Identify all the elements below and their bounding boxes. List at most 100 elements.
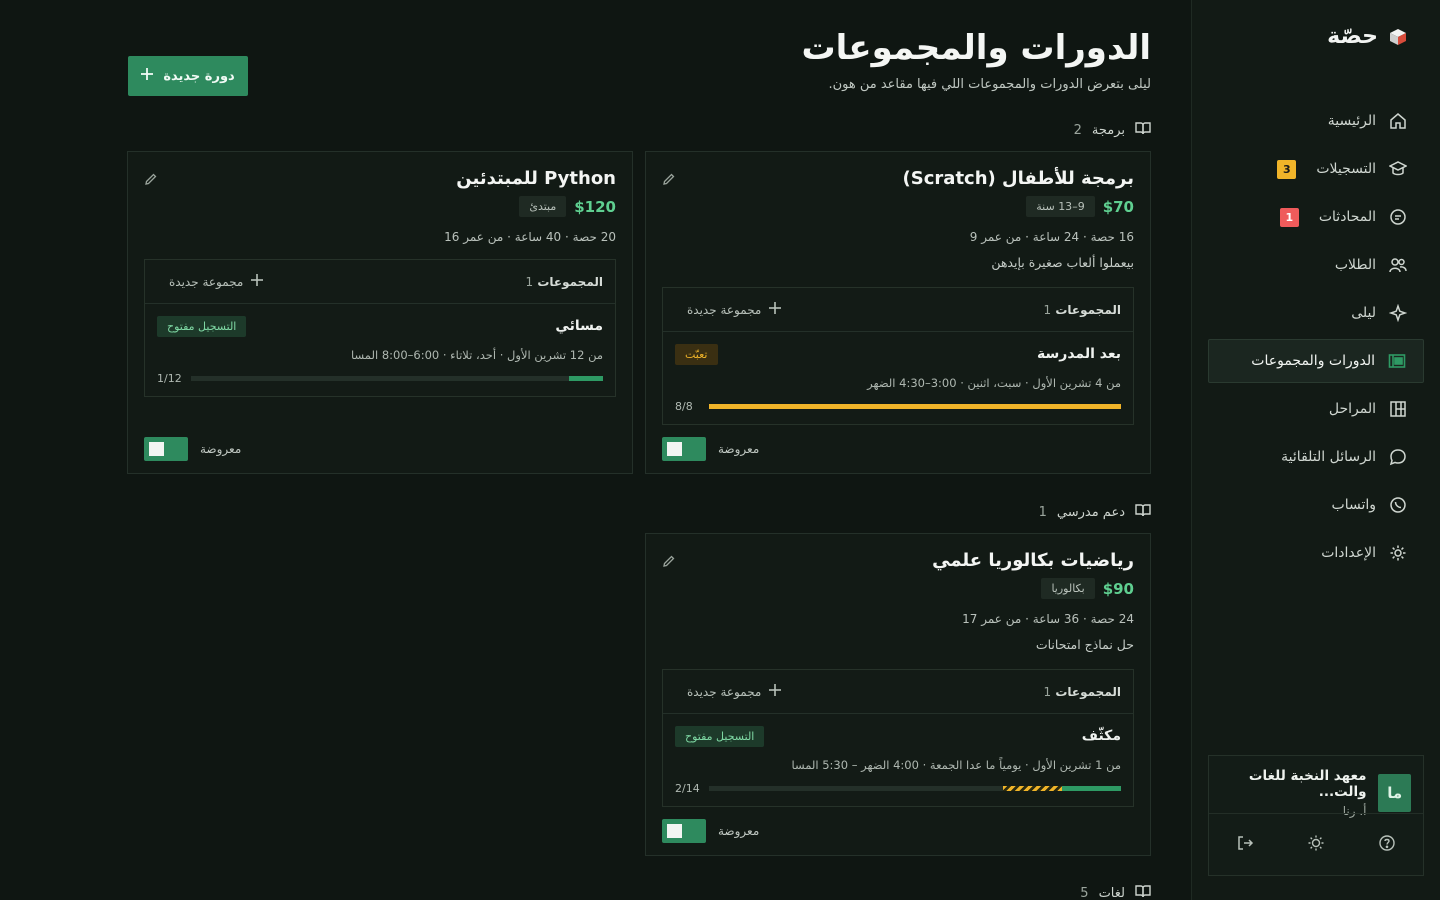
visibility-label: معروضة [718, 824, 760, 838]
nav-label: المحادثات [1318, 209, 1376, 225]
add-group-button[interactable]: مجموعة جديدة [675, 302, 782, 317]
add-group-button[interactable]: مجموعة جديدة [675, 684, 782, 699]
brand[interactable]: حصّة [1327, 24, 1408, 49]
nav-item-home[interactable]: الرئيسية [1208, 99, 1424, 143]
nav-item-stages[interactable]: المراحل [1208, 387, 1424, 431]
nav-label: ليلى [1351, 305, 1376, 321]
status-badge: التسجيل مفتوح [675, 726, 765, 747]
plus-icon [769, 684, 782, 699]
course-tag: 9–13 سنة [1026, 196, 1095, 217]
edit-icon[interactable] [662, 172, 676, 190]
book-icon [1135, 884, 1151, 900]
theme-toggle-icon[interactable] [1307, 834, 1325, 856]
main-content: الدورات والمجموعات ليلى بتعرض الدورات وا… [0, 0, 1191, 900]
chat-icon [1388, 207, 1408, 227]
nav-item-whatsapp[interactable]: واتساب [1208, 483, 1424, 527]
nav-label: المراحل [1328, 401, 1376, 417]
visibility-toggle[interactable] [662, 819, 706, 843]
nav-item-students[interactable]: الطلاب [1208, 243, 1424, 287]
edit-icon[interactable] [662, 554, 676, 572]
section-name: برمجة [1091, 122, 1125, 138]
group-schedule: من 4 تشرين الأول · سبت، اثنين · 3:00–4:3… [867, 376, 1121, 390]
org-card: ما معهد النخبة للغات والت... أ. رنا [1208, 755, 1424, 876]
nav-item-settings[interactable]: الإعدادات [1208, 531, 1424, 575]
help-icon[interactable] [1378, 834, 1396, 856]
group-row[interactable]: مسائي من 12 تشرين الأول · أحد، تلاتاء · … [145, 304, 615, 396]
logout-icon[interactable] [1236, 834, 1254, 856]
course-card: Python للمبتدئين $120 مبتدئ 20 حصة · 40 … [127, 151, 633, 474]
nav-item-laila[interactable]: ليلى [1208, 291, 1424, 335]
nav-item-auto-messages[interactable]: الرسائل التلقائية [1208, 435, 1424, 479]
users-icon [1388, 255, 1408, 275]
group-name: بعد المدرسة [1037, 346, 1121, 362]
plus-icon [251, 274, 264, 289]
section-header: لغات 5 [1080, 884, 1151, 900]
enrollment-progress [191, 375, 603, 381]
progress-pending [1003, 785, 1063, 791]
org-actions [1209, 813, 1423, 875]
visibility-toggle-row: معروضة [144, 437, 241, 461]
progress-fill [568, 375, 603, 381]
nav-item-conversations[interactable]: المحادثات 1 [1208, 195, 1424, 239]
nav-label: الطلاب [1334, 257, 1376, 273]
section-count: 5 [1080, 885, 1089, 900]
visibility-toggle-row: معروضة [662, 437, 759, 461]
group-name: مسائي [555, 318, 603, 334]
groups-panel: المجموعات 1 مجموعة جديدة بعد المدرسة من … [662, 287, 1134, 425]
course-price: $90 [1102, 579, 1134, 598]
new-course-label: دورة جديدة [163, 68, 235, 84]
status-badge: تعبّت [675, 344, 718, 365]
message-icon [1388, 447, 1408, 467]
groups-label: المجموعات 1 [1043, 302, 1121, 317]
nav-label: الرئيسية [1327, 113, 1376, 129]
course-tag: مبتدئ [519, 196, 567, 217]
enrollment-count: 8/8 [675, 399, 693, 413]
page-title: الدورات والمجموعات [801, 28, 1151, 68]
nav-label: التسجيلات [1316, 161, 1376, 177]
section-count: 2 [1073, 122, 1082, 138]
course-description: بيعملوا ألعاب صغيرة بإيدهن [991, 255, 1134, 270]
nav-label: الإعدادات [1321, 545, 1376, 561]
add-group-button[interactable]: مجموعة جديدة [157, 274, 264, 289]
nav-item-courses[interactable]: الدورات والمجموعات [1208, 339, 1424, 383]
enrollment-progress [709, 785, 1121, 791]
section-count: 1 [1038, 504, 1047, 520]
cube-icon [1388, 27, 1408, 47]
org-name: معهد النخبة للغات والت... [1248, 768, 1367, 800]
nav-label: واتساب [1331, 497, 1376, 513]
sparkle-icon [1388, 303, 1408, 323]
nav-label: الدورات والمجموعات [1251, 353, 1375, 369]
groups-label: المجموعات 1 [1043, 684, 1121, 699]
enrollment-count: 2/14 [675, 781, 700, 795]
group-schedule: من 1 تشرين الأول · يومياً ما عدا الجمعة … [791, 758, 1121, 772]
new-course-button[interactable]: دورة جديدة [128, 56, 248, 96]
section-header: برمجة 2 [1074, 121, 1151, 139]
section-name: دعم مدرسي [1056, 504, 1125, 520]
group-name: مكثّف [1081, 728, 1121, 744]
course-price: $70 [1102, 197, 1134, 216]
status-badge: التسجيل مفتوح [157, 316, 247, 337]
section-name: لغات [1098, 885, 1125, 900]
group-row[interactable]: بعد المدرسة من 4 تشرين الأول · سبت، اثني… [663, 332, 1133, 424]
course-meta: 24 حصة · 36 ساعة · من عمر 17 [962, 612, 1134, 626]
layout-icon [1387, 351, 1407, 371]
visibility-toggle[interactable] [144, 437, 188, 461]
plus-icon [141, 68, 154, 84]
course-description: حل نماذج امتحانات [1035, 637, 1134, 652]
org-avatar[interactable]: ما [1378, 774, 1411, 812]
edit-icon[interactable] [144, 172, 158, 190]
nav-item-enrollments[interactable]: التسجيلات 3 [1208, 147, 1424, 191]
course-title: رياضيات بكالوريا علمي [932, 550, 1134, 571]
group-row[interactable]: مكثّف من 1 تشرين الأول · يومياً ما عدا ا… [663, 714, 1133, 806]
enrollment-progress [709, 403, 1121, 409]
course-tag: بكالوريا [1041, 578, 1095, 599]
gear-icon [1388, 543, 1408, 563]
conversations-badge: 1 [1279, 207, 1299, 227]
course-card: برمجة للأطفال (Scratch) $70 9–13 سنة 16 … [645, 151, 1151, 474]
add-group-label: مجموعة جديدة [687, 302, 762, 317]
section-header: دعم مدرسي 1 [1039, 503, 1151, 521]
visibility-toggle[interactable] [662, 437, 706, 461]
visibility-label: معروضة [200, 442, 242, 456]
book-icon [1135, 121, 1151, 139]
course-meta: 20 حصة · 40 ساعة · من عمر 16 [444, 230, 616, 244]
